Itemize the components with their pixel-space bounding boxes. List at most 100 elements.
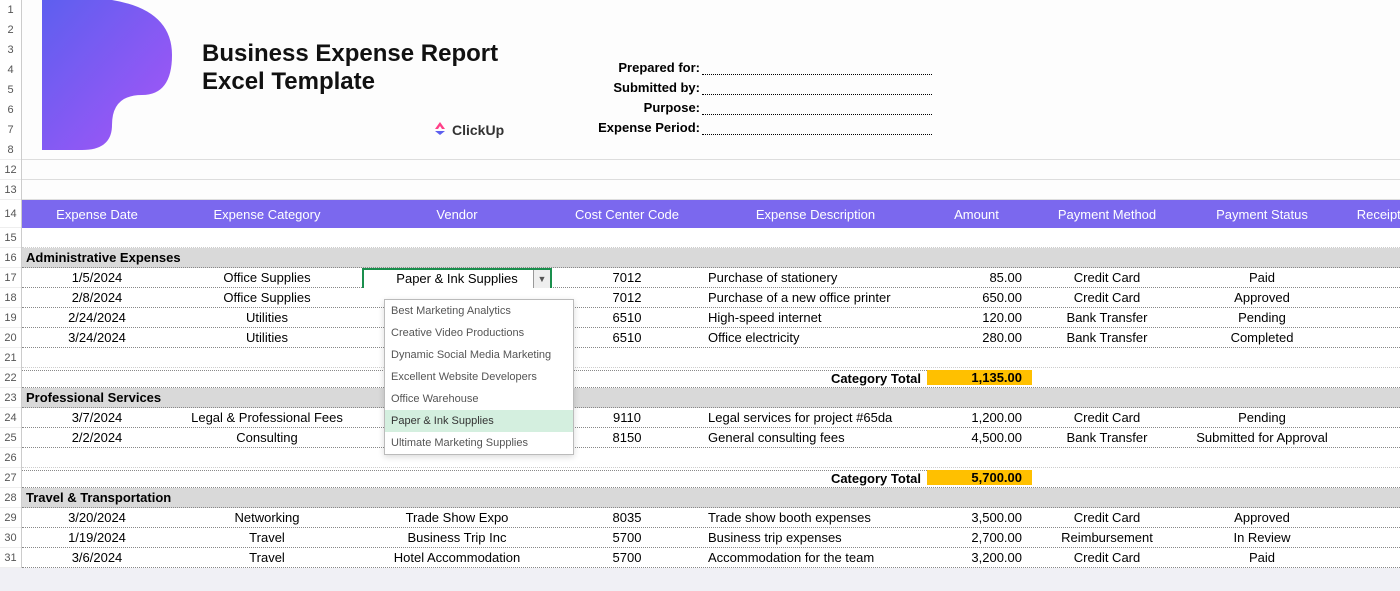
cell-method[interactable]: Credit Card (1032, 270, 1182, 285)
cell-date[interactable]: 3/20/2024 (22, 510, 172, 525)
cell-amount[interactable]: 1,200.00 (927, 410, 1032, 425)
cell-status[interactable]: Completed (1182, 330, 1342, 345)
cell-cost-center[interactable]: 5700 (552, 550, 702, 565)
row-number[interactable]: 13 (0, 180, 21, 200)
cell-category[interactable]: Consulting (172, 430, 362, 445)
cell-amount[interactable]: 3,500.00 (927, 510, 1032, 525)
cell-cost-center[interactable]: 7012 (552, 290, 702, 305)
dropdown-option[interactable]: Best Marketing Analytics (385, 300, 573, 322)
cell-cost-center[interactable]: 5700 (552, 530, 702, 545)
cell-cost-center[interactable]: 8150 (552, 430, 702, 445)
cell-category[interactable]: Travel (172, 550, 362, 565)
blank-row[interactable] (22, 160, 1400, 180)
row-number[interactable]: 14 (0, 200, 21, 228)
cell-cost-center[interactable]: 6510 (552, 330, 702, 345)
col-description[interactable]: Expense Description (702, 207, 927, 222)
cell-date[interactable]: 1/19/2024 (22, 530, 172, 545)
col-amount[interactable]: Amount (927, 207, 1032, 222)
col-date[interactable]: Expense Date (22, 207, 172, 222)
table-row[interactable]: 3/20/2024 Networking Trade Show Expo 803… (22, 508, 1400, 528)
cell-cost-center[interactable]: 6510 (552, 310, 702, 325)
field-purpose[interactable] (702, 97, 932, 115)
cell-category[interactable]: Travel (172, 530, 362, 545)
cell-amount[interactable]: 120.00 (927, 310, 1032, 325)
cell-status[interactable]: In Review (1182, 530, 1342, 545)
cell-status[interactable]: Submitted for Approval (1182, 430, 1342, 445)
row-number[interactable]: 1 2 3 4 5 6 7 8 (0, 0, 21, 160)
table-row[interactable]: 2/2/2024 Consulting 8150 General consult… (22, 428, 1400, 448)
cell-date[interactable]: 1/5/2024 (22, 270, 172, 285)
field-submitted-by[interactable] (702, 77, 932, 95)
cell-method[interactable]: Credit Card (1032, 290, 1182, 305)
cell-description[interactable]: Legal services for project #65da (702, 410, 927, 425)
row-number[interactable]: 16 (0, 248, 21, 268)
section-header[interactable]: Travel & Transportation (22, 488, 1400, 508)
dropdown-option[interactable]: Creative Video Productions (385, 322, 573, 344)
row-number[interactable]: 31 (0, 548, 21, 568)
cell-description[interactable]: Trade show booth expenses (702, 510, 927, 525)
row-number[interactable]: 19 (0, 308, 21, 328)
row-number[interactable]: 25 (0, 428, 21, 448)
dropdown-option[interactable]: Ultimate Marketing Supplies (385, 432, 573, 454)
table-row[interactable]: 1/19/2024 Travel Business Trip Inc 5700 … (22, 528, 1400, 548)
row-number[interactable]: 28 (0, 488, 21, 508)
field-expense-period[interactable] (702, 117, 932, 135)
cell-description[interactable]: General consulting fees (702, 430, 927, 445)
col-vendor[interactable]: Vendor (362, 207, 552, 222)
cell-amount[interactable]: 650.00 (927, 290, 1032, 305)
cell-method[interactable]: Bank Transfer (1032, 330, 1182, 345)
dropdown-option[interactable]: Office Warehouse (385, 388, 573, 410)
col-payment-method[interactable]: Payment Method (1032, 207, 1182, 222)
cell-cost-center[interactable]: 7012 (552, 270, 702, 285)
cell-cost-center[interactable]: 8035 (552, 510, 702, 525)
field-prepared-for[interactable] (702, 57, 932, 75)
row-number[interactable]: 22 (0, 368, 21, 388)
cell-status[interactable]: Pending (1182, 410, 1342, 425)
cell-amount[interactable]: 280.00 (927, 330, 1032, 345)
cell-category[interactable]: Utilities (172, 330, 362, 345)
blank-row[interactable] (22, 348, 1400, 368)
dropdown-option-selected[interactable]: Paper & Ink Supplies (385, 410, 573, 432)
cell-status[interactable]: Approved (1182, 510, 1342, 525)
cell-method[interactable]: Reimbursement (1032, 530, 1182, 545)
table-row[interactable]: 2/8/2024 Office Supplies 7012 Purchase o… (22, 288, 1400, 308)
cell-cost-center[interactable]: 9110 (552, 410, 702, 425)
cell-method[interactable]: Credit Card (1032, 510, 1182, 525)
cell-amount[interactable]: 2,700.00 (927, 530, 1032, 545)
cell-category[interactable]: Office Supplies (172, 270, 362, 285)
row-number[interactable]: 15 (0, 228, 21, 248)
cell-amount[interactable]: 85.00 (927, 270, 1032, 285)
table-row[interactable]: 3/7/2024 Legal & Professional Fees 9110 … (22, 408, 1400, 428)
section-header[interactable]: Administrative Expenses (22, 248, 1400, 268)
table-row[interactable]: 3/6/2024 Travel Hotel Accommodation 5700… (22, 548, 1400, 568)
cell-description[interactable]: Accommodation for the team (702, 550, 927, 565)
row-number[interactable]: 20 (0, 328, 21, 348)
cell-vendor[interactable]: Business Trip Inc (362, 530, 552, 545)
cell-date[interactable]: 2/8/2024 (22, 290, 172, 305)
table-row[interactable]: 1/5/2024 Office Supplies Paper & Ink Sup… (22, 268, 1400, 288)
cell-date[interactable]: 2/24/2024 (22, 310, 172, 325)
cell-amount[interactable]: 3,200.00 (927, 550, 1032, 565)
cell-date[interactable]: 3/7/2024 (22, 410, 172, 425)
row-number[interactable]: 18 (0, 288, 21, 308)
blank-row[interactable] (22, 228, 1400, 248)
blank-row[interactable] (22, 448, 1400, 468)
col-category[interactable]: Expense Category (172, 207, 362, 222)
cell-status[interactable]: Pending (1182, 310, 1342, 325)
table-row[interactable]: 2/24/2024 Utilities 6510 High-speed inte… (22, 308, 1400, 328)
blank-row[interactable] (22, 180, 1400, 200)
cell-category[interactable]: Office Supplies (172, 290, 362, 305)
col-payment-status[interactable]: Payment Status (1182, 207, 1342, 222)
row-number[interactable]: 21 (0, 348, 21, 368)
cell-description[interactable]: Purchase of stationery (702, 270, 927, 285)
cell-method[interactable]: Bank Transfer (1032, 310, 1182, 325)
row-number[interactable]: 26 (0, 448, 21, 468)
vendor-dropdown-cell[interactable]: Paper & Ink Supplies ▼ (362, 268, 552, 288)
cell-amount[interactable]: 4,500.00 (927, 430, 1032, 445)
col-receipts[interactable]: Receipts (1342, 207, 1400, 222)
section-header[interactable]: Professional Services (22, 388, 1400, 408)
vendor-dropdown-list[interactable]: Best Marketing Analytics Creative Video … (384, 299, 574, 455)
cell-method[interactable]: Credit Card (1032, 550, 1182, 565)
cell-method[interactable]: Credit Card (1032, 410, 1182, 425)
cell-category[interactable]: Legal & Professional Fees (172, 410, 362, 425)
